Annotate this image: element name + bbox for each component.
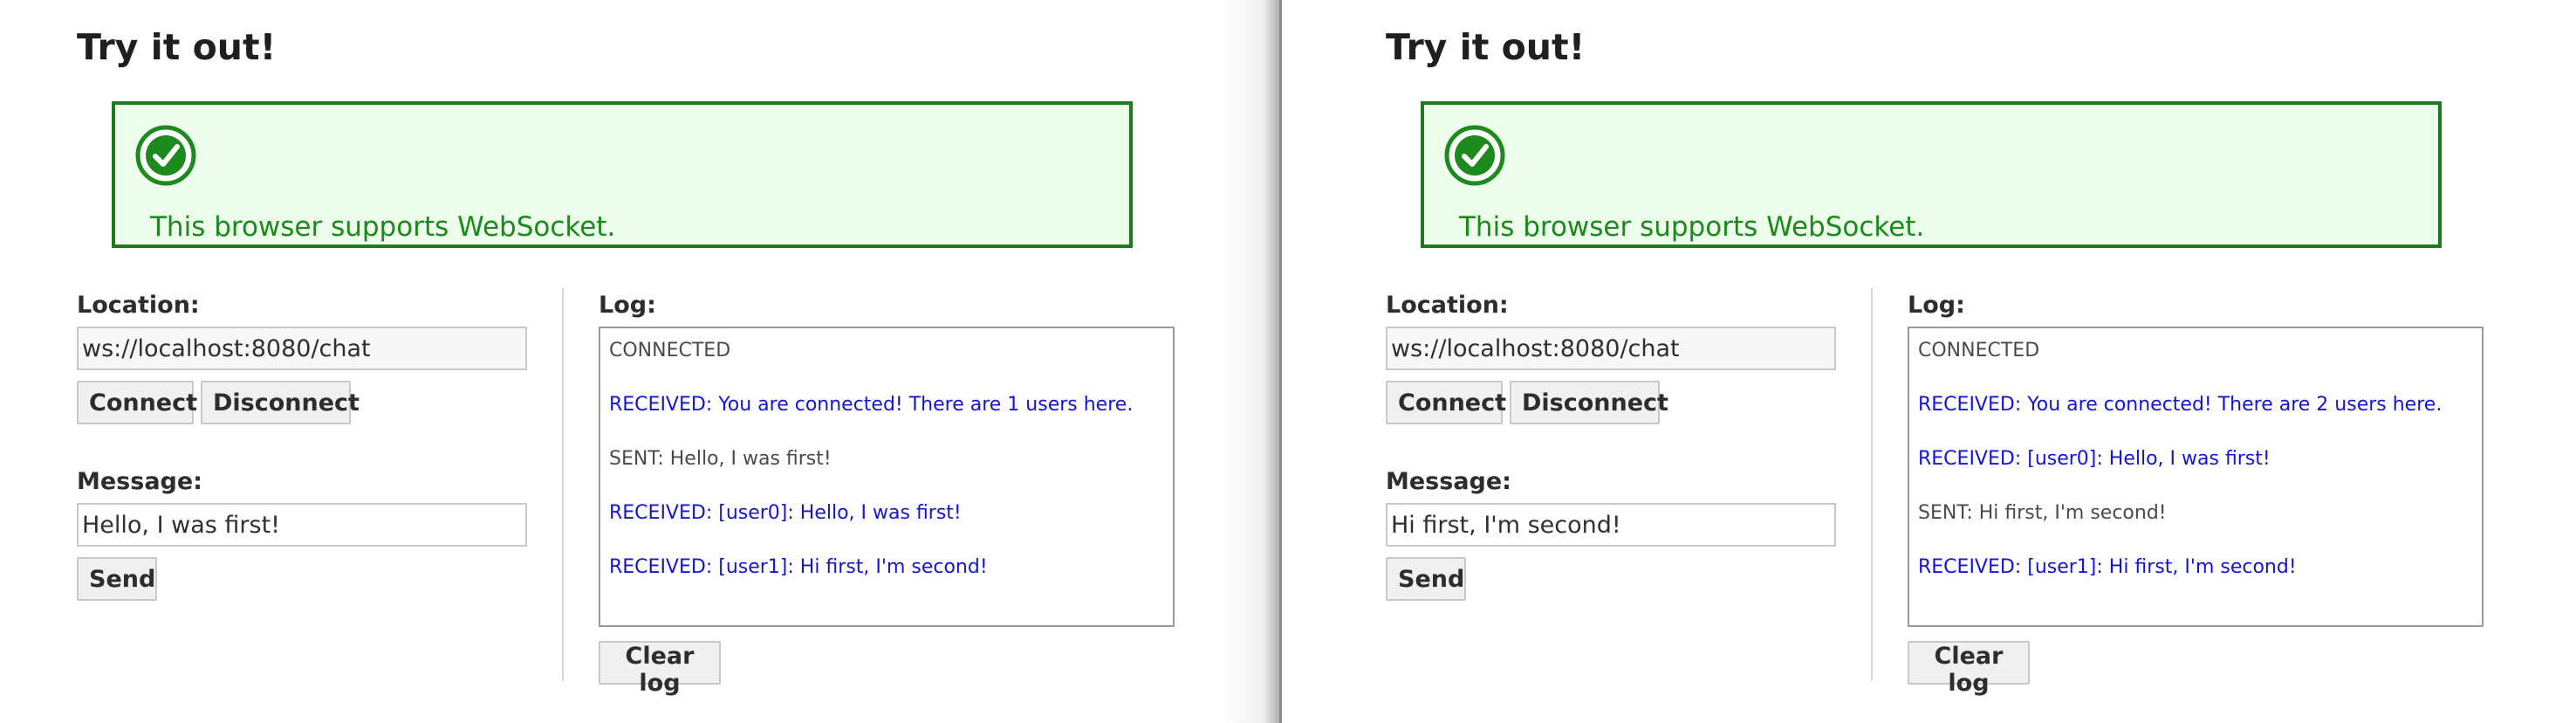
log-entry: RECEIVED: [user1]: Hi first, I'm second! (609, 556, 988, 578)
message-input[interactable] (77, 503, 527, 547)
log-entry: RECEIVED: You are connected! There are 2… (1918, 394, 2442, 416)
log-entry: CONNECTED (1918, 340, 2040, 362)
disconnect-button[interactable]: Disconnect (1510, 381, 1668, 424)
log-panel[interactable]: CONNECTED RECEIVED: You are connected! T… (1908, 327, 2484, 627)
location-label: Location: (77, 292, 200, 319)
log-entry: CONNECTED (609, 340, 731, 362)
log-entry: SENT: Hi first, I'm second! (1918, 502, 2167, 524)
log-entry: RECEIVED: [user0]: Hello, I was first! (609, 502, 962, 524)
disconnect-button[interactable]: Disconnect (201, 381, 360, 424)
check-circle-icon (135, 125, 196, 186)
connect-button[interactable]: Connect (1386, 381, 1506, 424)
log-entry: RECEIVED: [user1]: Hi first, I'm second! (1918, 556, 2297, 578)
location-input[interactable] (77, 327, 527, 370)
message-label: Message: (1386, 468, 1511, 495)
send-button[interactable]: Send (1386, 557, 1466, 601)
page-title: Try it out! (1386, 26, 1586, 68)
check-circle-icon (1444, 125, 1505, 186)
message-input[interactable] (1386, 503, 1836, 547)
log-entry: RECEIVED: [user0]: Hello, I was first! (1918, 448, 2271, 470)
log-label: Log: (599, 292, 656, 319)
websocket-support-box: This browser supports WebSocket. (1421, 101, 2442, 248)
window-divider-shadow (1222, 0, 1281, 723)
message-label: Message: (77, 468, 202, 495)
send-button[interactable]: Send (77, 557, 157, 601)
websocket-support-box: This browser supports WebSocket. (112, 101, 1133, 248)
location-label: Location: (1386, 292, 1509, 319)
browser-window-left: Try it out! This browser supports WebSoc… (0, 0, 1281, 723)
log-entry: SENT: Hello, I was first! (609, 448, 832, 470)
support-message: This browser supports WebSocket. (150, 211, 616, 243)
log-entry: RECEIVED: You are connected! There are 1… (609, 394, 1134, 416)
log-label: Log: (1908, 292, 1965, 319)
clear-log-button[interactable]: Clear log (599, 641, 721, 697)
column-divider (1871, 288, 1873, 681)
log-panel[interactable]: CONNECTED RECEIVED: You are connected! T… (599, 327, 1175, 627)
support-message: This browser supports WebSocket. (1459, 211, 1925, 243)
clear-log-button[interactable]: Clear log (1908, 641, 2030, 697)
location-input[interactable] (1386, 327, 1836, 370)
window-divider (1279, 0, 1282, 723)
page-title: Try it out! (77, 26, 277, 68)
connect-button[interactable]: Connect (77, 381, 197, 424)
column-divider (562, 288, 564, 681)
browser-window-right: Try it out! This browser supports WebSoc… (1281, 0, 2576, 723)
